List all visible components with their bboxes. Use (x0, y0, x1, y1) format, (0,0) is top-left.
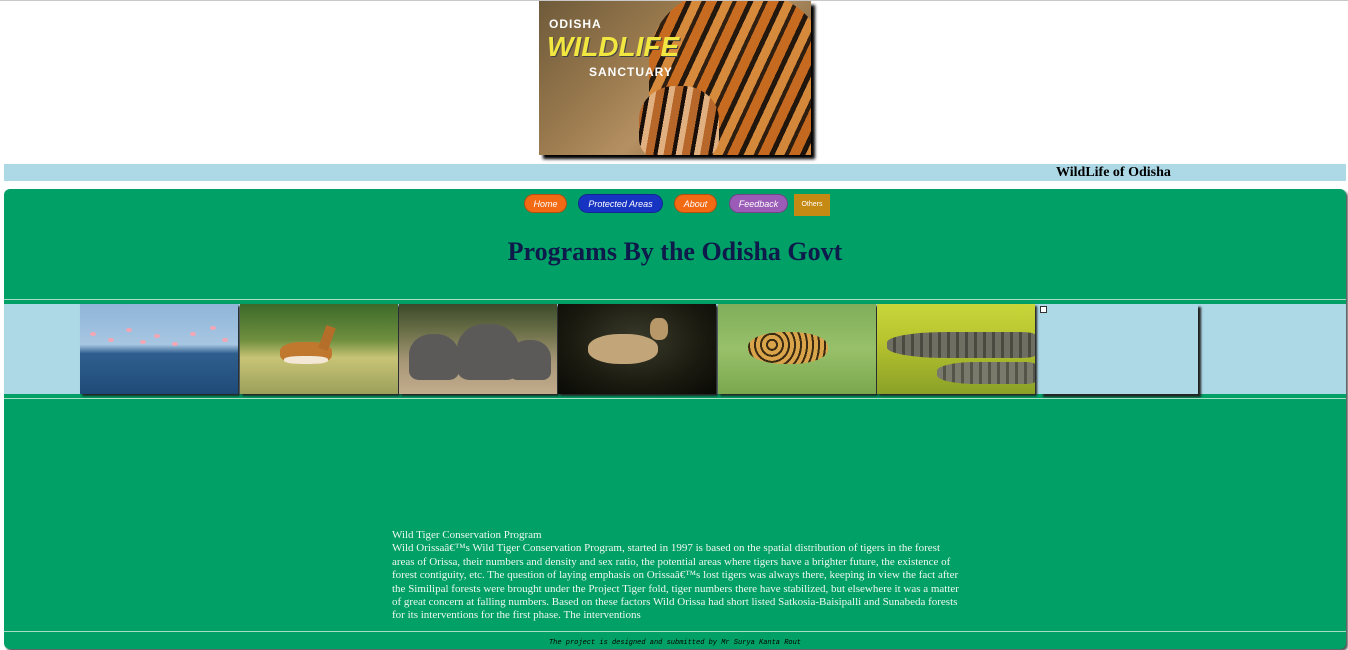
divider (4, 398, 1346, 399)
gallery-photo-crocodiles[interactable] (877, 304, 1035, 394)
elephant-shape (509, 340, 551, 380)
gallery-photo-elephants[interactable] (399, 304, 557, 394)
flamingo-shape (222, 338, 228, 342)
article-title: Wild Tiger Conservation Program (392, 529, 542, 541)
article-section: Wild Tiger Conservation Program Wild Ori… (392, 529, 962, 629)
banner-image: ODISHA WILDLIFE SANCTUARY (539, 1, 811, 155)
gallery-photo-leopard[interactable] (718, 304, 876, 394)
deer-head-shape (650, 318, 668, 340)
flamingo-shape (126, 328, 132, 332)
page-title: Programs By the Odisha Govt (507, 237, 843, 266)
nav-feedback-button[interactable]: Feedback (729, 194, 788, 213)
gallery-photo-deer[interactable] (558, 304, 716, 394)
site-title: WildLife of Odisha (1056, 165, 1171, 180)
crocodile-shape (887, 332, 1035, 358)
flamingo-shape (90, 332, 96, 336)
gallery-photo-flamingos[interactable] (80, 304, 238, 394)
nav-home-button[interactable]: Home (524, 194, 567, 213)
antelope-belly-shape (284, 356, 328, 364)
gallery-photo-broken[interactable] (1040, 304, 1198, 394)
divider (4, 631, 1346, 632)
nav-bar: Home Protected Areas About Feedback Othe… (4, 194, 1346, 216)
deer-shape (588, 334, 658, 364)
flamingo-shape (154, 334, 160, 338)
crocodile-shape (937, 362, 1035, 384)
nav-protected-areas-button[interactable]: Protected Areas (578, 194, 663, 213)
banner-line-3: SANCTUARY (589, 65, 673, 79)
banner-line-1: ODISHA (549, 17, 602, 31)
main-panel: Home Protected Areas About Feedback Othe… (4, 189, 1346, 649)
banner-line-2: WILDLIFE (547, 31, 680, 62)
antelope-neck-shape (318, 325, 336, 351)
leopard-shape (748, 332, 828, 364)
flamingo-shape (210, 326, 216, 330)
photo-gallery (4, 304, 1346, 394)
flamingo-shape (172, 342, 178, 346)
divider (4, 299, 1346, 300)
flamingo-shape (140, 340, 146, 344)
flamingo-shape (108, 338, 114, 342)
elephant-shape (409, 334, 459, 380)
nav-others-button[interactable]: Others (794, 194, 830, 216)
gallery-photo-blackbuck[interactable] (240, 304, 398, 394)
footer-credit: The project is designed and submitted by… (548, 639, 802, 647)
site-title-strip: WildLife of Odisha (4, 164, 1346, 181)
nav-about-button[interactable]: About (674, 194, 717, 213)
broken-image-icon (1040, 306, 1047, 313)
article-body: Wild Orissaâ€™s Wild Tiger Conservation … (392, 542, 959, 622)
tiger-cub-graphic (639, 86, 719, 155)
flamingo-shape (190, 332, 196, 336)
